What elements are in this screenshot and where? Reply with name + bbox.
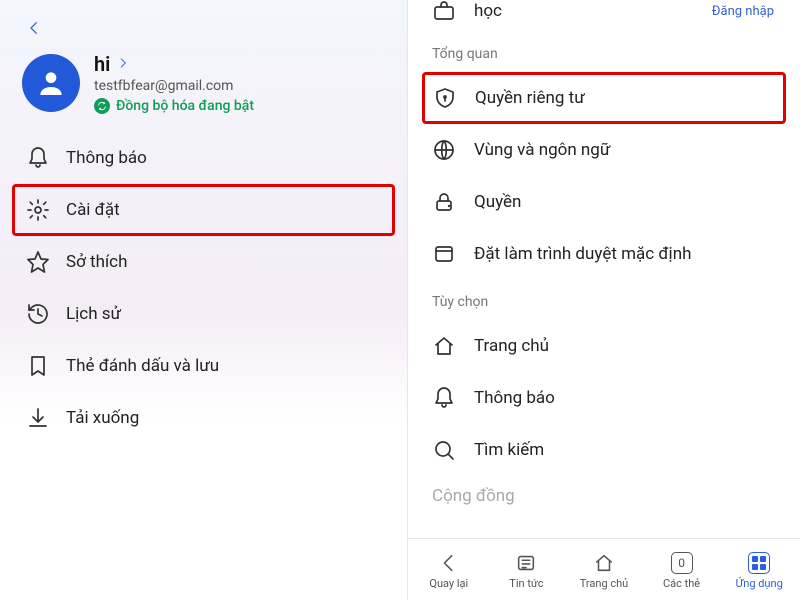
- settings-pane: học Đăng nhập Tổng quan Quyền riêng tư V…: [408, 0, 800, 600]
- news-icon: [514, 551, 538, 575]
- tabs-icon: 0: [670, 551, 694, 575]
- profile-menu-pane: hi testfbfear@gmail.com Đồng bộ hóa đang…: [0, 0, 408, 600]
- settings-item-label: Tìm kiếm: [474, 440, 544, 460]
- gear-icon: [26, 198, 50, 222]
- download-icon: [26, 406, 50, 430]
- nav-label: Tin tức: [509, 577, 543, 590]
- settings-item-default-browser[interactable]: Đặt làm trình duyệt mặc định: [408, 228, 800, 280]
- menu-item-bookmarks[interactable]: Thẻ đánh dấu và lưu: [12, 340, 395, 392]
- settings-top-partial[interactable]: học Đăng nhập: [408, 0, 800, 32]
- menu-item-label: Thẻ đánh dấu và lưu: [66, 356, 219, 376]
- home-icon: [592, 551, 616, 575]
- avatar: [22, 54, 80, 112]
- menu-item-interests[interactable]: Sở thích: [12, 236, 395, 288]
- tab-count: 0: [671, 552, 693, 574]
- sync-icon: [94, 98, 110, 114]
- menu-item-label: Thông báo: [66, 148, 147, 168]
- nav-label: Các thẻ: [663, 577, 700, 590]
- profile-block[interactable]: hi testfbfear@gmail.com Đồng bộ hóa đang…: [0, 46, 407, 132]
- section-header-overview: Tổng quan: [408, 32, 800, 72]
- back-button[interactable]: [20, 14, 48, 42]
- star-icon: [26, 250, 50, 274]
- window-icon: [432, 242, 456, 266]
- chevron-right-icon: [116, 55, 130, 74]
- settings-item-partial: Cộng đồng: [408, 476, 800, 506]
- signin-link[interactable]: Đăng nhập: [712, 4, 784, 19]
- sync-status: Đồng bộ hóa đang bật: [116, 98, 254, 114]
- settings-item-homepage[interactable]: Trang chủ: [408, 320, 800, 372]
- globe-icon: [432, 138, 456, 162]
- shield-icon: [433, 86, 457, 110]
- apps-icon: [747, 551, 771, 575]
- home-icon: [432, 334, 456, 358]
- menu-item-label: Lịch sử: [66, 304, 121, 324]
- bell-icon: [432, 386, 456, 410]
- history-icon: [26, 302, 50, 326]
- settings-item-label: Thông báo: [474, 388, 555, 408]
- menu-item-label: Tải xuống: [66, 408, 139, 428]
- settings-item-label: Quyền riêng tư: [475, 88, 585, 108]
- nav-label: Ứng dụng: [736, 577, 783, 590]
- nav-back[interactable]: Quay lại: [413, 551, 485, 590]
- menu-item-label: Cài đặt: [66, 200, 120, 220]
- bell-icon: [26, 146, 50, 170]
- bottom-nav: Quay lại Tin tức Trang chủ 0 Các thẻ Ứng…: [408, 538, 800, 600]
- menu-item-history[interactable]: Lịch sử: [12, 288, 395, 340]
- settings-item-label: Đặt làm trình duyệt mặc định: [474, 244, 691, 264]
- section-header-options: Tùy chọn: [408, 280, 800, 320]
- settings-item-notifications[interactable]: Thông báo: [408, 372, 800, 424]
- nav-tabs[interactable]: 0 Các thẻ: [646, 551, 718, 590]
- search-icon: [432, 438, 456, 462]
- settings-item-privacy[interactable]: Quyền riêng tư: [422, 72, 786, 124]
- settings-item-label: Vùng và ngôn ngữ: [474, 140, 610, 160]
- bookmark-icon: [26, 354, 50, 378]
- menu-list: Thông báo Cài đặt Sở thích Lịch sử Thẻ đ…: [0, 132, 407, 444]
- profile-email: testfbfear@gmail.com: [94, 78, 254, 94]
- menu-item-notifications[interactable]: Thông báo: [12, 132, 395, 184]
- settings-item-label: Quyền: [474, 192, 521, 212]
- menu-item-settings[interactable]: Cài đặt: [12, 184, 395, 236]
- briefcase-icon: [432, 0, 456, 23]
- nav-news[interactable]: Tin tức: [490, 551, 562, 590]
- settings-item-search[interactable]: Tìm kiếm: [408, 424, 800, 476]
- nav-apps[interactable]: Ứng dụng: [723, 551, 795, 590]
- menu-item-label: Sở thích: [66, 252, 127, 272]
- menu-item-downloads[interactable]: Tải xuống: [12, 392, 395, 444]
- settings-item-label: Trang chủ: [474, 336, 549, 356]
- nav-home[interactable]: Trang chủ: [568, 551, 640, 590]
- nav-label: Quay lại: [429, 577, 468, 590]
- settings-item-permissions[interactable]: Quyền: [408, 176, 800, 228]
- profile-name: hi: [94, 52, 110, 76]
- settings-item-label: học: [474, 1, 694, 21]
- chevron-left-icon: [437, 551, 461, 575]
- nav-label: Trang chủ: [580, 577, 629, 590]
- lock-icon: [432, 190, 456, 214]
- settings-item-region-language[interactable]: Vùng và ngôn ngữ: [408, 124, 800, 176]
